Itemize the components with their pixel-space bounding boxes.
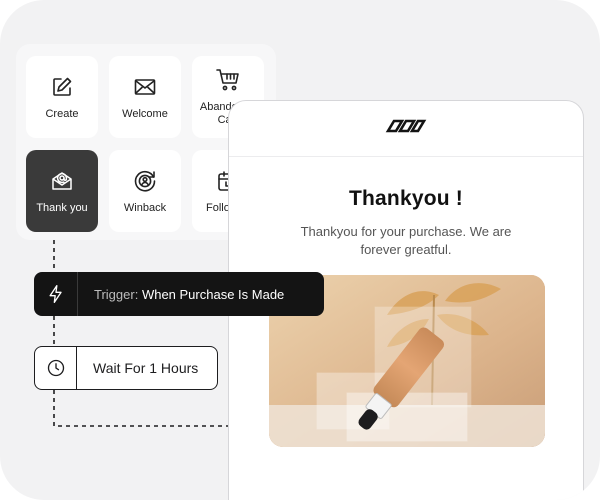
email-header bbox=[229, 101, 583, 157]
template-label: Create bbox=[45, 107, 79, 120]
bolt-icon bbox=[34, 272, 78, 316]
email-body-text: Thankyou for your purchase. We are forev… bbox=[300, 224, 512, 257]
winback-icon bbox=[132, 168, 158, 194]
template-label: Welcome bbox=[122, 107, 168, 120]
canvas: Create Welcome Abandoned Thank you Winba… bbox=[0, 0, 600, 500]
template-welcome[interactable]: Welcome bbox=[109, 56, 181, 138]
template-create[interactable]: Create bbox=[26, 56, 98, 138]
cart-icon bbox=[215, 67, 241, 93]
clock-icon bbox=[35, 347, 77, 389]
wait-label: Wait For 1 Hours bbox=[93, 360, 199, 376]
envelope-icon bbox=[132, 74, 158, 100]
trigger-prefix: Trigger: bbox=[94, 286, 139, 302]
template-label: Thank you bbox=[36, 201, 88, 214]
trigger-step[interactable]: Trigger: When Purchase Is Made bbox=[34, 272, 324, 316]
edit-icon bbox=[49, 74, 75, 100]
trigger-text: Trigger: When Purchase Is Made bbox=[78, 287, 284, 302]
template-thank-you[interactable]: Thank you bbox=[26, 150, 98, 232]
wait-step[interactable]: Wait For 1 Hours bbox=[34, 346, 218, 390]
template-winback[interactable]: Winback bbox=[109, 150, 181, 232]
email-title: Thankyou ! bbox=[348, 187, 463, 210]
mail-at-icon bbox=[49, 168, 75, 194]
trigger-value: When Purchase Is Made bbox=[141, 286, 285, 302]
template-label: Winback bbox=[123, 201, 167, 214]
infinity-logo bbox=[383, 115, 429, 142]
